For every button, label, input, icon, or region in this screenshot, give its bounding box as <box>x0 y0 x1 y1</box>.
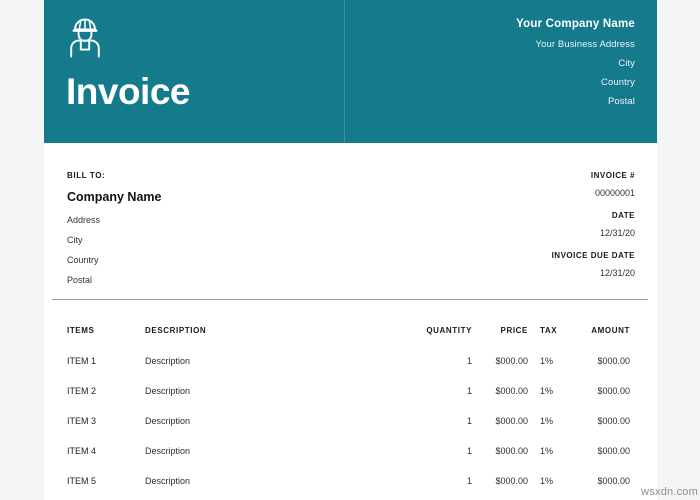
row-quantity: 1 <box>466 416 472 426</box>
row-description: Description <box>145 386 191 396</box>
company-block: Your Company Name Your Business Address … <box>516 18 635 107</box>
row-tax: 1% <box>540 356 554 366</box>
row-item-name: ITEM 1 <box>67 356 97 366</box>
row-description: Description <box>145 476 191 486</box>
invoice-header: Invoice Your Company Name Your Business … <box>44 0 657 143</box>
items-table: ITEMS DESCRIPTION QUANTITY PRICE TAX AMO… <box>44 300 657 500</box>
row-item-name: ITEM 4 <box>67 446 97 456</box>
invoice-number-value: 00000001 <box>594 188 635 198</box>
column-header-tax: TAX <box>540 326 558 335</box>
column-header-items: ITEMS <box>67 326 95 335</box>
row-tax: 1% <box>540 386 554 396</box>
column-header-amount: AMOUNT <box>591 326 630 335</box>
bill-to-block: BILL TO: Company Name Address City Count… <box>67 171 161 285</box>
invoice-due-date-label: INVOICE DUE DATE <box>551 251 635 260</box>
row-item-name: ITEM 5 <box>67 476 97 486</box>
row-price: $000.00 <box>495 446 528 456</box>
company-name: Your Company Name <box>516 18 635 30</box>
company-city: City <box>618 58 635 69</box>
row-amount: $000.00 <box>597 476 630 486</box>
page-title: Invoice <box>66 71 191 112</box>
row-price: $000.00 <box>495 386 528 396</box>
watermark: wsxdn.com <box>641 486 698 498</box>
row-amount: $000.00 <box>597 386 630 396</box>
header-divider <box>344 0 345 143</box>
construction-worker-icon <box>70 18 100 58</box>
row-tax: 1% <box>540 476 554 486</box>
row-quantity: 1 <box>466 356 472 366</box>
row-quantity: 1 <box>466 446 472 456</box>
row-amount: $000.00 <box>597 446 630 456</box>
column-header-quantity: QUANTITY <box>426 326 472 335</box>
invoice-due-date-value: 12/31/20 <box>599 268 635 278</box>
invoice-number-label: INVOICE # <box>590 171 635 180</box>
table-row[interactable]: ITEM 4 Description 1 $000.00 1% $000.00 <box>44 446 657 476</box>
column-header-price: PRICE <box>500 326 528 335</box>
bill-to-label: BILL TO: <box>67 171 106 180</box>
table-row[interactable]: ITEM 1 Description 1 $000.00 1% $000.00 <box>44 356 657 386</box>
table-row[interactable]: ITEM 3 Description 1 $000.00 1% $000.00 <box>44 416 657 446</box>
row-item-name: ITEM 3 <box>67 416 97 426</box>
company-postal: Postal <box>607 96 635 107</box>
row-price: $000.00 <box>495 476 528 486</box>
bill-to-company-name: Company Name <box>67 190 162 204</box>
row-tax: 1% <box>540 446 554 456</box>
row-amount: $000.00 <box>597 356 630 366</box>
logo-area <box>68 18 102 58</box>
row-item-name: ITEM 2 <box>67 386 97 396</box>
row-description: Description <box>145 416 191 426</box>
invoice-meta: BILL TO: Company Name Address City Count… <box>44 143 657 300</box>
bill-to-postal: Postal <box>67 275 93 285</box>
row-description: Description <box>145 446 191 456</box>
row-price: $000.00 <box>495 416 528 426</box>
row-quantity: 1 <box>466 476 472 486</box>
invoice-page: Invoice Your Company Name Your Business … <box>44 0 657 500</box>
company-address: Your Business Address <box>535 39 635 50</box>
row-tax: 1% <box>540 416 554 426</box>
invoice-date-label: DATE <box>611 211 635 220</box>
bill-to-country: Country <box>67 255 99 265</box>
table-row[interactable]: ITEM 5 Description 1 $000.00 1% $000.00 <box>44 476 657 500</box>
row-quantity: 1 <box>466 386 472 396</box>
invoice-info-block: INVOICE # 00000001 DATE 12/31/20 INVOICE… <box>552 171 635 278</box>
row-price: $000.00 <box>495 356 528 366</box>
bill-to-city: City <box>67 235 83 245</box>
row-description: Description <box>145 356 191 366</box>
company-country: Country <box>601 77 635 88</box>
column-header-description: DESCRIPTION <box>145 326 207 335</box>
table-header-row: ITEMS DESCRIPTION QUANTITY PRICE TAX AMO… <box>44 326 657 356</box>
row-amount: $000.00 <box>597 416 630 426</box>
table-row[interactable]: ITEM 2 Description 1 $000.00 1% $000.00 <box>44 386 657 416</box>
invoice-date-value: 12/31/20 <box>599 228 635 238</box>
bill-to-address: Address <box>67 215 101 225</box>
